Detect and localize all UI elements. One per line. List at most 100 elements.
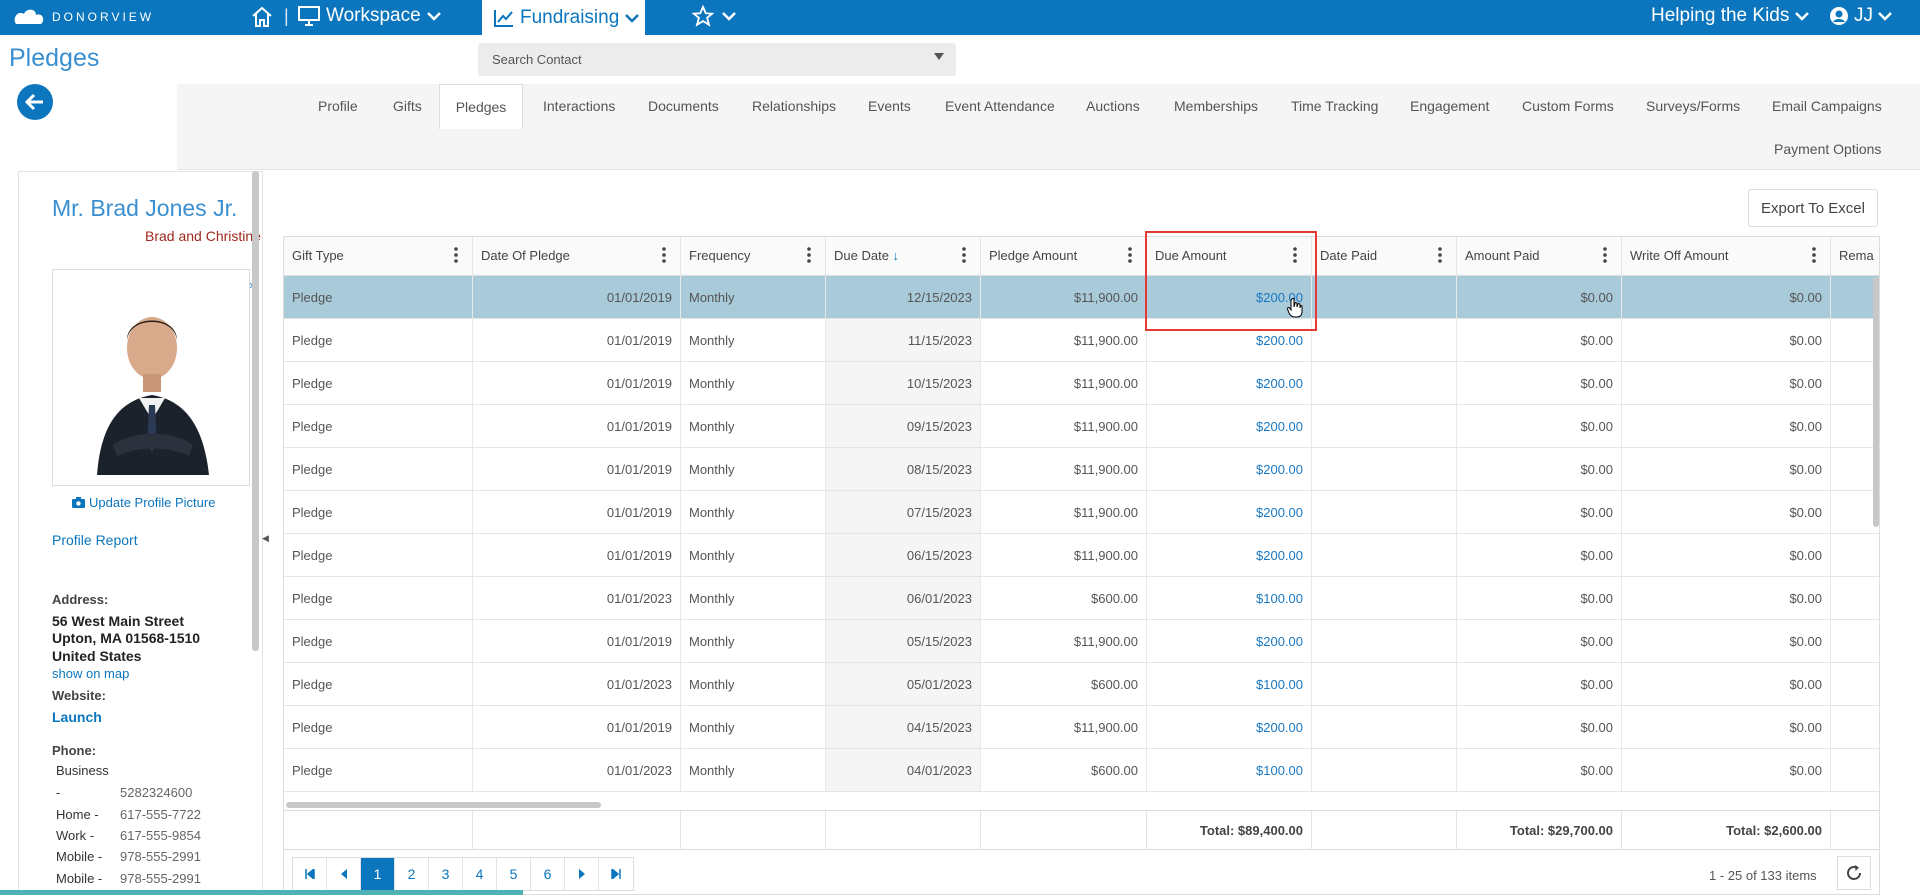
column-header-write-off-amount[interactable]: Write Off Amount <box>1622 237 1831 276</box>
home-icon[interactable] <box>250 5 274 34</box>
cell-date-of-pledge: 01/01/2019 <box>473 706 681 748</box>
user-menu[interactable]: JJ <box>1829 5 1892 27</box>
tab-engagement[interactable]: Engagement <box>1410 98 1489 114</box>
cell-due-amount[interactable]: $200.00 <box>1147 362 1312 404</box>
grid-horizontal-scrollbar[interactable] <box>286 802 601 808</box>
column-menu-icon[interactable] <box>1128 247 1132 266</box>
tab-custom-forms[interactable]: Custom Forms <box>1522 98 1614 114</box>
column-menu-icon[interactable] <box>807 247 811 266</box>
cell-date-paid <box>1312 577 1457 619</box>
workspace-menu[interactable]: Workspace <box>298 5 441 27</box>
table-row[interactable]: Pledge 01/01/2019 Monthly 12/15/2023 $11,900… <box>284 276 1879 319</box>
column-header-date-of-pledge[interactable]: Date Of Pledge <box>473 237 681 276</box>
cell-due-amount[interactable]: $100.00 <box>1147 749 1312 791</box>
table-row[interactable]: Pledge 01/01/2019 Monthly 05/15/2023 $11,900… <box>284 620 1879 663</box>
column-menu-icon[interactable] <box>1812 247 1816 266</box>
page-button[interactable]: 1 <box>361 858 395 890</box>
column-header-pledge-amount[interactable]: Pledge Amount <box>981 237 1147 276</box>
tab-email-campaigns[interactable]: Email Campaigns <box>1772 98 1882 114</box>
grid-vertical-scrollbar[interactable] <box>1873 277 1879 527</box>
page-button[interactable]: 4 <box>463 858 497 890</box>
collapse-panel-icon[interactable]: ◀ <box>262 533 269 544</box>
cell-frequency: Monthly <box>681 362 826 404</box>
cell-amount-paid: $0.00 <box>1457 405 1622 447</box>
page-button[interactable]: 2 <box>395 858 429 890</box>
table-row[interactable]: Pledge 01/01/2019 Monthly 11/15/2023 $11,900… <box>284 319 1879 362</box>
cell-due-amount[interactable]: $200.00 <box>1147 534 1312 576</box>
tab-surveys-forms[interactable]: Surveys/Forms <box>1646 98 1740 114</box>
tab-pledges[interactable]: Pledges <box>439 84 523 129</box>
table-row[interactable]: Pledge 01/01/2019 Monthly 10/15/2023 $11,900… <box>284 362 1879 405</box>
contact-salutation: Brad and Christine <box>145 228 261 244</box>
column-menu-icon[interactable] <box>1438 247 1442 266</box>
cell-pledge-amount: $11,900.00 <box>981 362 1147 404</box>
column-menu-icon[interactable] <box>662 247 666 266</box>
search-contact-input[interactable]: Search Contact <box>478 43 956 76</box>
table-row[interactable]: Pledge 01/01/2019 Monthly 04/15/2023 $11,900… <box>284 706 1879 749</box>
refresh-button[interactable] <box>1837 856 1871 890</box>
cell-due-amount[interactable]: $200.00 <box>1147 620 1312 662</box>
cell-due-amount[interactable]: $200.00 <box>1147 706 1312 748</box>
cell-due-amount[interactable]: $100.00 <box>1147 577 1312 619</box>
table-row[interactable]: Pledge 01/01/2023 Monthly 05/01/2023 $600.00… <box>284 663 1879 706</box>
tab-profile[interactable]: Profile <box>318 98 358 114</box>
column-header-gift-type[interactable]: Gift Type <box>284 237 473 276</box>
cell-due-amount[interactable]: $100.00 <box>1147 663 1312 705</box>
last-page-button[interactable] <box>599 858 633 890</box>
tab-time-tracking[interactable]: Time Tracking <box>1291 98 1378 114</box>
tab-documents[interactable]: Documents <box>648 98 719 114</box>
table-row[interactable]: Pledge 01/01/2019 Monthly 07/15/2023 $11,900… <box>284 491 1879 534</box>
cell-remaining <box>1831 663 1879 705</box>
column-header-due-date[interactable]: Due Date ↓ <box>826 237 981 276</box>
organization-menu[interactable]: Helping the Kids <box>1651 5 1810 27</box>
favorites-menu[interactable] <box>692 5 736 27</box>
tab-interactions[interactable]: Interactions <box>543 98 615 114</box>
website-launch-link[interactable]: Launch <box>52 709 102 725</box>
tab-event-attendance[interactable]: Event Attendance <box>945 98 1055 114</box>
top-nav: DONORVIEW | Workspace Fundraising Helpin… <box>0 0 1920 35</box>
tab-relationships[interactable]: Relationships <box>752 98 836 114</box>
tab-auctions[interactable]: Auctions <box>1086 98 1140 114</box>
cell-gift-type: Pledge <box>284 405 473 447</box>
show-on-map-link[interactable]: show on map <box>52 666 129 681</box>
table-row[interactable]: Pledge 01/01/2023 Monthly 06/01/2023 $600.00… <box>284 577 1879 620</box>
table-row[interactable]: Pledge 01/01/2019 Monthly 06/15/2023 $11,900… <box>284 534 1879 577</box>
column-header-date-paid[interactable]: Date Paid <box>1312 237 1457 276</box>
page-button[interactable]: 3 <box>429 858 463 890</box>
cell-due-amount[interactable]: $200.00 <box>1147 448 1312 490</box>
refresh-icon <box>1847 865 1861 880</box>
cell-write-off: $0.00 <box>1622 577 1831 619</box>
profile-report-link[interactable]: Profile Report <box>52 532 138 548</box>
cell-due-amount[interactable]: $200.00 <box>1147 491 1312 533</box>
tab-payment-options[interactable]: Payment Options <box>1774 141 1881 157</box>
next-page-button[interactable] <box>565 858 599 890</box>
first-page-button[interactable] <box>293 858 327 890</box>
column-header-frequency[interactable]: Frequency <box>681 237 826 276</box>
caret-down-icon[interactable] <box>934 53 944 61</box>
table-row[interactable]: Pledge 01/01/2023 Monthly 04/01/2023 $600.00… <box>284 749 1879 792</box>
page-button[interactable]: 5 <box>497 858 531 890</box>
cell-due-amount[interactable]: $200.00 <box>1147 405 1312 447</box>
table-row[interactable]: Pledge 01/01/2019 Monthly 08/15/2023 $11,900… <box>284 448 1879 491</box>
previous-page-button[interactable] <box>327 858 361 890</box>
update-profile-picture-link[interactable]: Update Profile Picture <box>72 495 215 510</box>
column-menu-icon[interactable] <box>962 247 966 266</box>
tab-events[interactable]: Events <box>868 98 911 114</box>
donorview-logo[interactable]: DONORVIEW <box>12 6 154 28</box>
column-menu-icon[interactable] <box>454 247 458 266</box>
nav-separator: | <box>284 6 289 26</box>
column-menu-icon[interactable] <box>1603 247 1607 266</box>
column-header-remaining[interactable]: Rema <box>1831 237 1879 276</box>
fundraising-menu[interactable]: Fundraising <box>482 0 645 35</box>
export-to-excel-button[interactable]: Export To Excel <box>1748 189 1878 227</box>
tab-gifts[interactable]: Gifts <box>393 98 422 114</box>
back-button[interactable] <box>17 84 53 120</box>
left-panel-scrollbar[interactable] <box>252 171 259 651</box>
column-header-amount-paid[interactable]: Amount Paid <box>1457 237 1622 276</box>
tab-memberships[interactable]: Memberships <box>1174 98 1258 114</box>
table-row[interactable]: Pledge 01/01/2019 Monthly 09/15/2023 $11,900… <box>284 405 1879 448</box>
cell-amount-paid: $0.00 <box>1457 749 1622 791</box>
page-title: Pledges <box>9 44 100 72</box>
cell-gift-type: Pledge <box>284 491 473 533</box>
page-button[interactable]: 6 <box>531 858 565 890</box>
